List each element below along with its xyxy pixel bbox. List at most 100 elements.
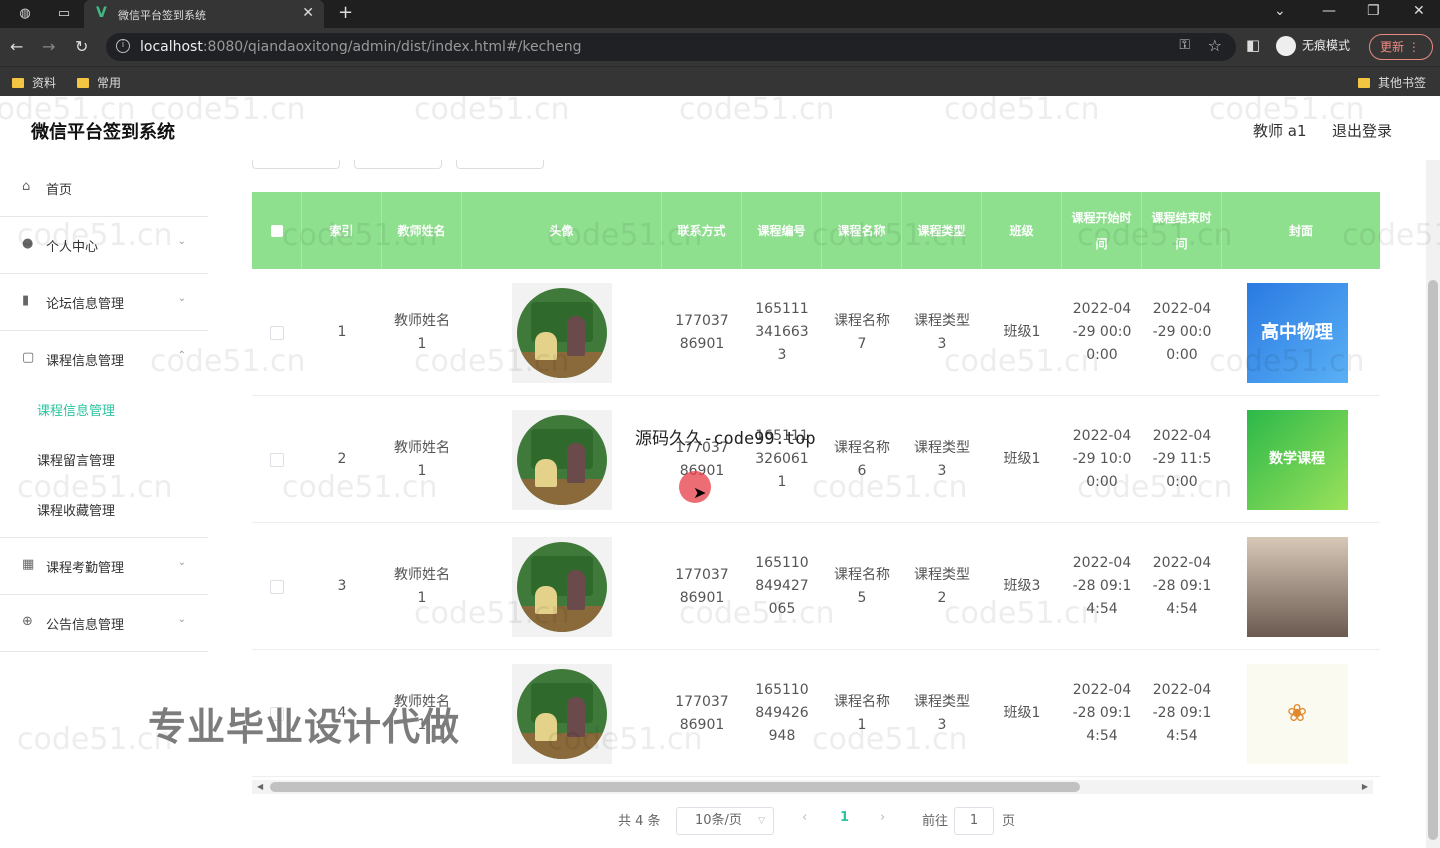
goto-page-input[interactable]: 1 bbox=[954, 807, 994, 835]
sidebar-item-label: 课程信息管理 bbox=[46, 354, 125, 369]
header-select-all[interactable] bbox=[252, 192, 302, 269]
page-size-select[interactable]: 10条/页 ▽ bbox=[676, 807, 774, 835]
tab-search-icon[interactable]: ▭ bbox=[56, 6, 72, 22]
browser-globe-icon[interactable]: ◍ bbox=[17, 6, 33, 22]
cell-end: 2022-04-29 11:50:00 bbox=[1152, 428, 1212, 490]
other-bookmarks[interactable]: 其他书签 bbox=[1358, 74, 1426, 91]
cell-avatar bbox=[462, 396, 662, 523]
sidebar-item-attendance[interactable]: ▦ 课程考勤管理 ⌄ bbox=[0, 538, 208, 595]
site-info-icon[interactable]: i bbox=[116, 39, 130, 53]
toolbar-button-3[interactable] bbox=[456, 160, 544, 169]
chart-icon: ▮ bbox=[22, 293, 30, 308]
cell-code: 165110849426948 bbox=[755, 682, 809, 744]
vertical-scrollbar[interactable] bbox=[1426, 160, 1440, 848]
reload-icon[interactable]: ↻ bbox=[75, 37, 88, 56]
minimize-icon[interactable]: — bbox=[1322, 3, 1336, 19]
row-checkbox[interactable] bbox=[270, 579, 284, 594]
cell-teacher: 教师姓名1 bbox=[394, 439, 450, 479]
cell-name: 课程名称5 bbox=[834, 566, 890, 606]
row-checkbox[interactable] bbox=[270, 452, 284, 467]
column-header[interactable]: 课程开始时间 bbox=[1062, 192, 1142, 269]
row-checkbox-cell[interactable] bbox=[252, 396, 302, 523]
update-label: 更新 bbox=[1380, 40, 1405, 54]
column-header[interactable]: 班级 bbox=[982, 192, 1062, 269]
sidebar-item-profile[interactable]: ● 个人中心 ⌄ bbox=[0, 217, 208, 274]
sidebar-item-course[interactable]: ▢ 课程信息管理 ⌃ 课程信息管理 课程留言管理 课程收藏管理 bbox=[0, 331, 208, 538]
cell-class: 班级1 bbox=[1003, 324, 1041, 340]
cell-name: 课程名称1 bbox=[834, 693, 890, 733]
scroll-right-icon[interactable]: ▶ bbox=[1362, 780, 1368, 794]
toolbar-button-2[interactable] bbox=[354, 160, 442, 169]
scroll-left-icon[interactable]: ◀ bbox=[257, 780, 263, 794]
browser-tab[interactable]: V 微信平台签到系统 ✕ bbox=[84, 0, 324, 28]
sidebar-item-home[interactable]: ⌂ 首页 bbox=[0, 160, 208, 217]
column-header[interactable]: 头像 bbox=[462, 192, 662, 269]
column-header[interactable]: 课程名称 bbox=[822, 192, 902, 269]
tab-list-chevron-icon[interactable]: ⌄ bbox=[1274, 3, 1286, 19]
scrollbar-thumb[interactable] bbox=[270, 782, 1080, 792]
row-checkbox-cell[interactable] bbox=[252, 269, 302, 396]
update-button[interactable]: 更新 ⋮ bbox=[1369, 34, 1433, 60]
sidebar-subitem-course-info[interactable]: 课程信息管理 bbox=[37, 400, 115, 419]
cell-cover: 数学课程 bbox=[1222, 396, 1372, 523]
row-checkbox-cell[interactable] bbox=[252, 523, 302, 650]
horizontal-scrollbar[interactable]: ◀ ▶ bbox=[252, 780, 1373, 794]
chevron-down-icon: ⌄ bbox=[177, 614, 186, 625]
cell-code: 1651113416633 bbox=[755, 301, 809, 363]
sidebar-item-forum[interactable]: ▮ 论坛信息管理 ⌄ bbox=[0, 274, 208, 331]
prev-page-icon[interactable]: ‹ bbox=[802, 810, 807, 825]
cell-type: 课程类型2 bbox=[914, 566, 970, 606]
cell-class: 班级1 bbox=[1003, 705, 1041, 721]
sidebar-item-label: 公告信息管理 bbox=[46, 618, 125, 633]
user-icon: ● bbox=[22, 236, 34, 251]
bookmark-folder-2[interactable]: 常用 bbox=[77, 74, 121, 91]
next-page-icon[interactable]: › bbox=[880, 810, 885, 825]
address-bar-area: ← → ↻ i localhost:8080/qiandaoxitong/adm… bbox=[0, 28, 1440, 66]
url-input[interactable]: i localhost:8080/qiandaoxitong/admin/dis… bbox=[106, 33, 1236, 61]
bookmarks-bar: 资料 常用 其他书签 bbox=[0, 66, 1440, 96]
column-header[interactable]: 课程结束时间 bbox=[1142, 192, 1222, 269]
bookmark-star-icon[interactable]: ☆ bbox=[1208, 36, 1222, 55]
table-row[interactable]: 1 教师姓名1 17703786901 1651113416633 课程名称7 … bbox=[252, 269, 1380, 396]
forward-arrow-icon[interactable]: → bbox=[42, 37, 55, 56]
table-row[interactable]: 3 教师姓名1 17703786901 165110849427065 课程名称… bbox=[252, 523, 1380, 650]
logout-button[interactable]: 退出登录 bbox=[1332, 120, 1392, 141]
back-arrow-icon[interactable]: ← bbox=[10, 37, 23, 56]
cell-end: 2022-04-29 00:00:00 bbox=[1152, 301, 1212, 363]
side-panel-icon[interactable]: ◧ bbox=[1246, 36, 1260, 54]
cell-cover bbox=[1222, 523, 1372, 650]
column-header[interactable]: 联系方式 bbox=[662, 192, 742, 269]
column-header[interactable]: 索引 bbox=[302, 192, 382, 269]
column-header[interactable]: 教师姓名 bbox=[382, 192, 462, 269]
page-number-current[interactable]: 1 bbox=[840, 810, 849, 825]
column-header[interactable]: 封面 bbox=[1222, 192, 1380, 269]
incognito-icon bbox=[1276, 36, 1296, 56]
new-tab-icon[interactable]: + bbox=[338, 2, 353, 23]
cell-type: 课程类型3 bbox=[914, 693, 970, 733]
sidebar-subitem-course-favorites[interactable]: 课程收藏管理 bbox=[37, 500, 115, 519]
url-text: localhost:8080/qiandaoxitong/admin/dist/… bbox=[140, 39, 582, 55]
current-user: 教师 a1 bbox=[1253, 122, 1307, 140]
chevron-down-icon: ▽ bbox=[758, 816, 765, 826]
bookmark-folder-1[interactable]: 资料 bbox=[12, 74, 56, 91]
sidebar-item-notice[interactable]: ⊕ 公告信息管理 ⌄ bbox=[0, 595, 208, 652]
toolbar-button-1[interactable] bbox=[252, 160, 340, 169]
sidebar-subitem-course-comments[interactable]: 课程留言管理 bbox=[37, 450, 115, 469]
cell-avatar bbox=[462, 523, 662, 650]
teacher-avatar bbox=[512, 663, 612, 764]
teacher-avatar bbox=[512, 282, 612, 383]
column-header[interactable]: 课程类型 bbox=[902, 192, 982, 269]
key-icon[interactable]: ⚿ bbox=[1179, 37, 1190, 53]
incognito-indicator[interactable]: 无痕模式 bbox=[1276, 36, 1350, 58]
column-header[interactable]: 课程编号 bbox=[742, 192, 822, 269]
cell-index: 3 bbox=[337, 578, 347, 594]
window-close-icon[interactable]: ✕ bbox=[1413, 3, 1425, 19]
maximize-icon[interactable]: ❐ bbox=[1367, 3, 1380, 19]
chevron-up-icon: ⌃ bbox=[177, 350, 186, 361]
row-checkbox[interactable] bbox=[270, 325, 284, 340]
scrollbar-thumb[interactable] bbox=[1428, 280, 1438, 840]
tab-close-icon[interactable]: ✕ bbox=[302, 5, 314, 21]
select-all-checkbox[interactable] bbox=[270, 224, 283, 237]
table-row[interactable]: 2 教师姓名1 17703786901 1651113260611 课程名称6 … bbox=[252, 396, 1380, 523]
cell-class: 班级1 bbox=[1003, 451, 1041, 467]
